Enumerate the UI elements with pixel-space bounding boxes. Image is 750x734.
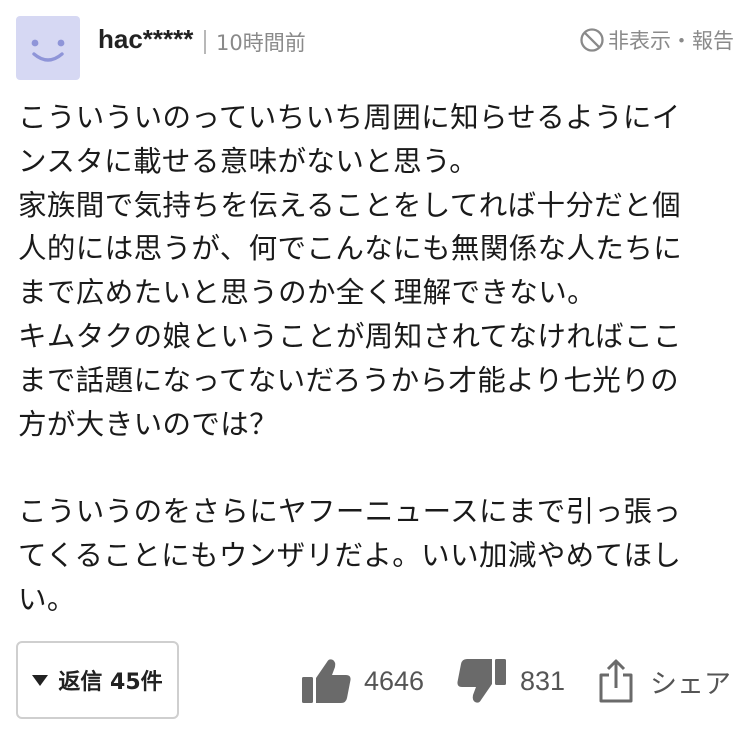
dislike-count: 831 bbox=[520, 665, 566, 696]
comment-body: こういういのっていちいち周囲に知らせるようにイ ンスタに載せる意味がないと思う。… bbox=[18, 96, 734, 622]
comment-line: こういういのっていちいち周囲に知らせるようにイ bbox=[18, 101, 681, 134]
replies-label: 返信 45件 bbox=[58, 670, 163, 695]
share-button[interactable]: シェア bbox=[596, 656, 731, 706]
dislike-button[interactable]: 831 bbox=[456, 656, 565, 706]
thumbs-down-icon bbox=[457, 659, 506, 703]
username[interactable]: hac***** bbox=[98, 24, 193, 55]
post-time: 10時間前 bbox=[216, 31, 306, 55]
smiley-face-icon bbox=[31, 39, 65, 62]
comment-line: い。 bbox=[18, 582, 76, 616]
share-icon bbox=[599, 659, 633, 703]
thumbs-up-icon bbox=[302, 659, 351, 703]
avatar[interactable] bbox=[16, 16, 80, 80]
comment-line: まで広めたいと思うのか全く理解できない。 bbox=[18, 276, 597, 310]
comment-line: まで話題になってないだろうから才能より七光りの bbox=[18, 363, 679, 397]
comment-header: hac***** 10時間前 非表示・報告 bbox=[16, 16, 734, 80]
comment-line: 方が大きいのでは？ bbox=[18, 407, 279, 441]
comment-line: てくることにもウンザリだよ。いい加減やめてほし bbox=[18, 538, 682, 572]
comment-line: 人的には思うが、何でこんなにも無関係な人たちに bbox=[18, 232, 683, 266]
comment-line: キムタクの娘ということが周知されてなければここ bbox=[18, 319, 682, 353]
comment-line: こういうのをさらにヤフーニュースにまで引っ張っ bbox=[18, 495, 682, 529]
hide-report-label: 非表示・報告 bbox=[608, 29, 734, 53]
like-button[interactable]: 4646 bbox=[300, 656, 424, 706]
replies-button[interactable]: 返信 45件 bbox=[16, 641, 179, 719]
comment-line: ンスタに載せる意味がないと思う。 bbox=[18, 144, 479, 178]
share-label: シェア bbox=[650, 668, 731, 700]
triangle-down-icon bbox=[32, 674, 49, 686]
like-count: 4646 bbox=[364, 665, 425, 696]
comment-line: 家族間で気持ちを伝えることをしてれば十分だと個 bbox=[18, 188, 681, 222]
prohibit-icon bbox=[580, 28, 604, 52]
divider bbox=[204, 30, 206, 54]
hide-report-link[interactable]: 非表示・報告 bbox=[579, 25, 734, 55]
